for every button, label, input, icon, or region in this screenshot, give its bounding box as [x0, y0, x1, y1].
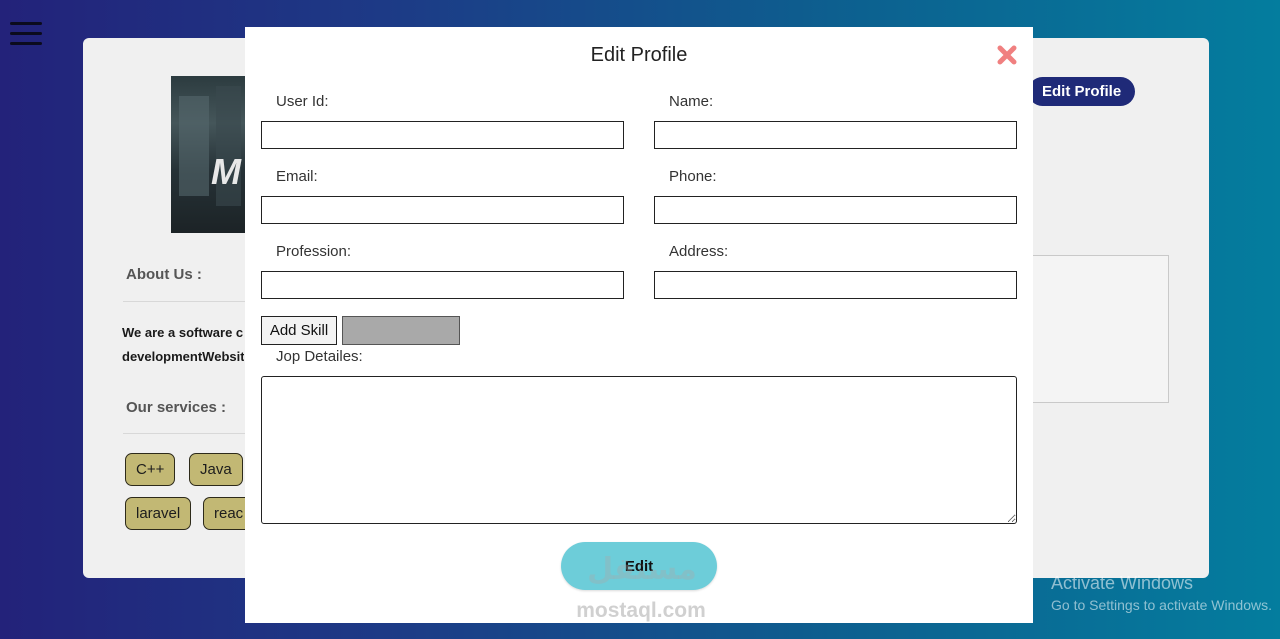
- modal-title: Edit Profile: [590, 44, 688, 66]
- email-label: Email:: [276, 168, 318, 185]
- user-id-label: User Id:: [276, 93, 329, 110]
- service-chip: laravel: [125, 497, 192, 530]
- address-input[interactable]: [654, 271, 1017, 299]
- about-text-line: developmentWebsit: [122, 349, 244, 364]
- edit-profile-modal: Edit Profile User Id: Name: Email: Phone…: [245, 27, 1033, 623]
- services-heading: Our services :: [126, 399, 227, 416]
- about-text: We are a software c developmentWebsit: [122, 321, 244, 369]
- address-label: Address:: [669, 243, 729, 260]
- activate-windows-subtitle: Go to Settings to activate Windows.: [1051, 597, 1272, 613]
- close-icon[interactable]: [997, 45, 1017, 65]
- profession-input[interactable]: [261, 271, 624, 299]
- divider: [123, 433, 245, 434]
- watermark-text: mostaql.com: [576, 599, 706, 622]
- profession-label: Profession:: [276, 243, 352, 260]
- phone-label: Phone:: [669, 168, 717, 185]
- about-heading: About Us :: [126, 266, 202, 283]
- service-chip: Java: [189, 453, 243, 486]
- phone-input[interactable]: [654, 196, 1017, 224]
- service-chip: C++: [125, 453, 176, 486]
- service-chip: reac: [203, 497, 245, 530]
- name-label: Name:: [669, 93, 714, 110]
- edit-profile-button[interactable]: Edit Profile: [1028, 77, 1136, 106]
- activate-windows-title: Activate Windows: [1051, 573, 1194, 593]
- add-skill-button[interactable]: Add Skill: [261, 316, 337, 345]
- edit-submit-button[interactable]: Edit: [561, 542, 717, 590]
- job-details-textarea[interactable]: [261, 376, 1017, 524]
- divider: [123, 301, 245, 302]
- hamburger-menu-icon[interactable]: [10, 22, 42, 46]
- job-details-label: Jop Detailes:: [276, 348, 363, 365]
- email-input[interactable]: [261, 196, 624, 224]
- profile-textarea[interactable]: [1013, 255, 1169, 403]
- skill-input[interactable]: [342, 316, 460, 345]
- about-text-line: We are a software c: [122, 325, 244, 340]
- user-id-input[interactable]: [261, 121, 624, 149]
- name-input[interactable]: [654, 121, 1017, 149]
